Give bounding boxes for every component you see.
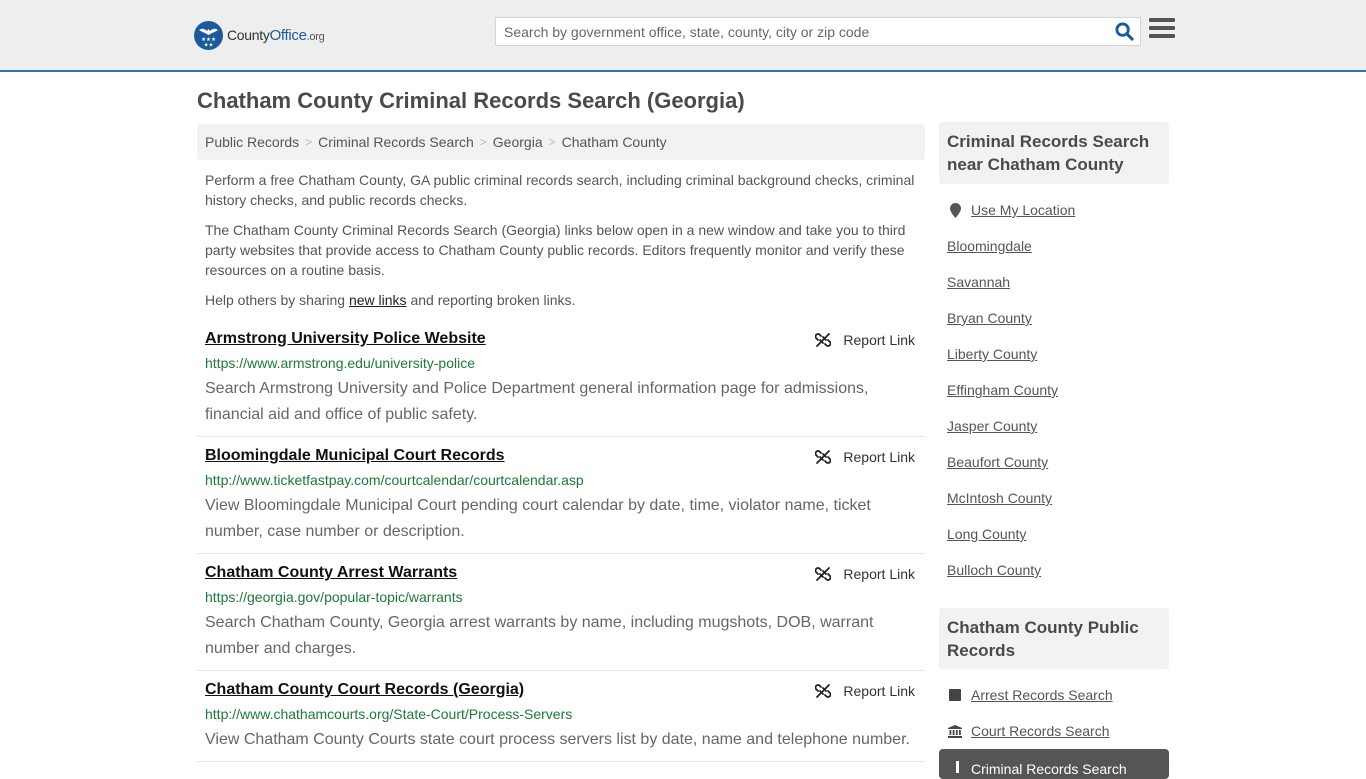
intro-text: and reporting broken links. — [406, 292, 576, 308]
breadcrumb-separator: > — [305, 135, 313, 149]
breadcrumb-georgia[interactable]: Georgia — [493, 134, 543, 150]
nearby-link-bryan-county[interactable]: Bryan County — [947, 310, 1032, 326]
intro-paragraph-2: The Chatham County Criminal Records Sear… — [205, 222, 906, 278]
result-description: Search Armstrong University and Police D… — [205, 380, 869, 423]
result-url: http://www.ticketfastpay.com/courtcalend… — [205, 472, 584, 488]
intro-paragraph-3: Help others by sharing new links and rep… — [205, 290, 920, 310]
search-bar — [495, 17, 1141, 46]
nearby-link-savannah[interactable]: Savannah — [947, 274, 1010, 290]
breadcrumb-separator: > — [479, 135, 487, 149]
result-description: View Chatham County Courts state court p… — [205, 731, 910, 748]
eagle-stars-logo-icon: ★★★ ★★ — [194, 20, 223, 50]
report-link-button[interactable]: Report Link — [815, 683, 915, 699]
site-logo[interactable]: ★★★ ★★ CountyOffice.org — [194, 20, 325, 50]
result-title-link[interactable]: Bloomingdale Municipal Court Records — [205, 447, 505, 465]
result-item: Armstrong University Police Website Repo… — [197, 330, 925, 437]
result-title-link[interactable]: Armstrong University Police Website — [205, 330, 486, 348]
breadcrumb-public-records[interactable]: Public Records — [205, 134, 299, 150]
broken-link-icon — [815, 450, 832, 464]
search-button[interactable] — [1108, 18, 1140, 45]
result-description: View Bloomingdale Municipal Court pendin… — [205, 497, 871, 540]
breadcrumb-criminal-records-search[interactable]: Criminal Records Search — [318, 134, 474, 150]
breadcrumb-chatham-county[interactable]: Chatham County — [562, 134, 667, 150]
public-record-item: Court Records Search — [947, 723, 1110, 739]
menu-bar — [1149, 34, 1175, 38]
broken-link-icon — [815, 333, 832, 347]
criminal-records-search-active-item[interactable]: Criminal Records Search — [939, 749, 1169, 779]
result-url: https://georgia.gov/popular-topic/warran… — [205, 589, 463, 605]
breadcrumb-separator: > — [548, 135, 556, 149]
nearby-link-beaufort-county[interactable]: Beaufort County — [947, 454, 1048, 470]
nearby-link-long-county[interactable]: Long County — [947, 526, 1026, 542]
menu-bar — [1149, 26, 1175, 30]
nearby-link-bloomingdale[interactable]: Bloomingdale — [947, 238, 1032, 254]
broken-link-icon — [815, 684, 832, 698]
report-link-label: Report Link — [843, 566, 915, 582]
result-description: Search Chatham County, Georgia arrest wa… — [205, 614, 874, 657]
site-header: ★★★ ★★ CountyOffice.org — [0, 0, 1366, 72]
square-icon — [947, 689, 963, 701]
result-item: Bloomingdale Municipal Court Records Rep… — [197, 447, 925, 554]
use-my-location: Use My Location — [947, 202, 1075, 218]
nearby-link-bulloch-county[interactable]: Bulloch County — [947, 562, 1041, 578]
active-item-label: Criminal Records Search — [971, 761, 1127, 777]
result-title-link[interactable]: Chatham County Arrest Warrants — [205, 564, 457, 582]
public-records-section-title: Chatham County Public Records — [939, 608, 1169, 669]
page-title: Chatham County Criminal Records Search (… — [197, 88, 745, 113]
result-item: Chatham County Arrest Warrants Report Li… — [197, 564, 925, 671]
court-records-search-link[interactable]: Court Records Search — [971, 723, 1110, 739]
report-link-button[interactable]: Report Link — [815, 332, 915, 348]
report-link-button[interactable]: Report Link — [815, 566, 915, 582]
new-links-link[interactable]: new links — [349, 292, 407, 308]
intro-text: Help others by sharing — [205, 292, 349, 308]
broken-link-icon — [815, 567, 832, 581]
result-item: Chatham County Court Records (Georgia) R… — [197, 681, 925, 762]
nearby-link-jasper-county[interactable]: Jasper County — [947, 418, 1037, 434]
menu-bar — [1149, 18, 1175, 22]
result-url: https://www.armstrong.edu/university-pol… — [205, 355, 475, 371]
nearby-link-effingham-county[interactable]: Effingham County — [947, 382, 1058, 398]
search-input[interactable] — [496, 18, 1108, 45]
intro-paragraph-1: Perform a free Chatham County, GA public… — [205, 172, 915, 208]
nearby-link-mcintosh-county[interactable]: McIntosh County — [947, 490, 1052, 506]
result-url: http://www.chathamcourts.org/State-Court… — [205, 706, 573, 722]
use-my-location-link[interactable]: Use My Location — [971, 202, 1075, 218]
report-link-label: Report Link — [843, 332, 915, 348]
breadcrumb: Public Records > Criminal Records Search… — [197, 124, 925, 160]
public-record-item: Arrest Records Search — [947, 687, 1113, 703]
result-title-link[interactable]: Chatham County Court Records (Georgia) — [205, 681, 524, 699]
arrest-records-search-link[interactable]: Arrest Records Search — [971, 687, 1113, 703]
report-link-button[interactable]: Report Link — [815, 449, 915, 465]
report-link-label: Report Link — [843, 683, 915, 699]
logo-wordmark: CountyOffice.org — [227, 26, 325, 44]
map-marker-icon — [947, 202, 963, 218]
search-icon — [1114, 22, 1134, 41]
hamburger-menu-button[interactable] — [1149, 18, 1175, 44]
report-link-label: Report Link — [843, 449, 915, 465]
svg-text:★★: ★★ — [204, 42, 214, 48]
courthouse-icon — [947, 724, 963, 738]
nearby-link-liberty-county[interactable]: Liberty County — [947, 346, 1037, 362]
exclamation-icon — [949, 755, 965, 773]
nearby-section-title: Criminal Records Search near Chatham Cou… — [939, 122, 1169, 184]
